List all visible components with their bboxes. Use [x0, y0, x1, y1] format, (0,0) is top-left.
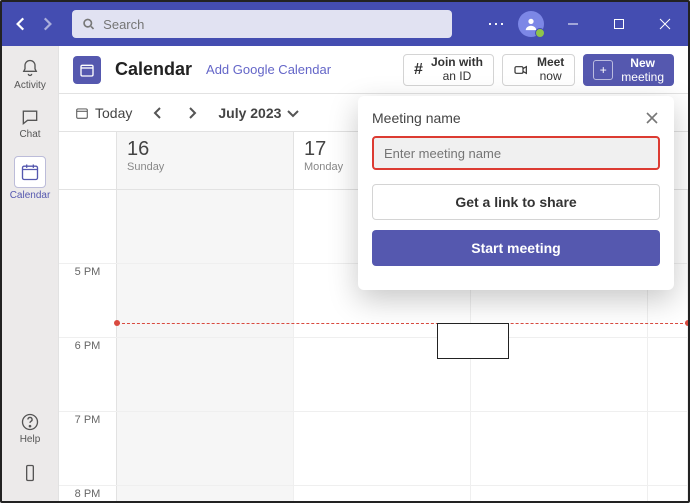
title-bar: ⋯ [2, 2, 688, 46]
start-meeting-button[interactable]: Start meeting [372, 230, 660, 266]
popover-title: Meeting name [372, 110, 461, 126]
get-link-button[interactable]: Get a link to share [372, 184, 660, 220]
day-column-header[interactable]: 16 Sunday [117, 132, 294, 189]
rail-activity[interactable]: Activity [2, 52, 58, 97]
hour-label: 5 PM [59, 264, 117, 337]
join-label-bottom: an ID [443, 70, 472, 83]
rail-label: Calendar [10, 190, 51, 201]
command-bar: Calendar Add Google Calendar # Join with… [59, 46, 688, 94]
meet-label-bottom: now [540, 70, 562, 83]
selected-time-slot[interactable] [437, 323, 509, 359]
rail-label: Chat [19, 129, 40, 140]
avatar[interactable] [518, 11, 544, 37]
minimize-button[interactable] [556, 7, 590, 41]
rail-chat[interactable]: Chat [2, 101, 58, 146]
month-picker[interactable]: July 2023 [218, 105, 301, 121]
plus-icon: + [593, 60, 613, 80]
time-slot[interactable] [294, 486, 471, 501]
share-label: Get a link to share [455, 194, 576, 210]
time-slot[interactable] [117, 264, 294, 337]
join-label-top: Join with [431, 56, 483, 69]
time-slot[interactable] [117, 338, 294, 411]
time-slot[interactable] [471, 412, 648, 485]
meet-now-popover: Meeting name Get a link to share Start m… [358, 96, 674, 290]
join-with-id-button[interactable]: # Join withan ID [403, 54, 494, 86]
device-icon [20, 463, 40, 483]
month-label: July 2023 [218, 105, 281, 121]
chevron-down-icon [285, 105, 301, 121]
time-slot[interactable] [117, 486, 294, 501]
close-button[interactable] [648, 7, 682, 41]
new-label-bottom: meeting [621, 70, 664, 84]
current-time-indicator [117, 323, 688, 324]
day-name: Sunday [127, 161, 283, 173]
time-slot[interactable] [471, 486, 648, 501]
rail-calendar[interactable]: Calendar [2, 150, 58, 207]
rail-device[interactable] [2, 457, 58, 489]
meet-label-top: Meet [537, 56, 564, 69]
close-icon[interactable] [644, 110, 660, 126]
page-title: Calendar [115, 59, 192, 80]
bell-icon [20, 58, 40, 78]
start-label: Start meeting [471, 240, 560, 256]
time-slot[interactable] [117, 190, 294, 263]
hour-label: 8 PM [59, 486, 117, 501]
day-number: 16 [127, 138, 283, 161]
video-icon [513, 62, 529, 78]
meeting-name-input[interactable] [372, 136, 660, 170]
search-box[interactable] [72, 10, 452, 38]
help-icon [20, 412, 40, 432]
chat-icon [20, 107, 40, 127]
calendar-app-icon [73, 56, 101, 84]
rail-help[interactable]: Help [2, 406, 58, 451]
hour-label [59, 190, 117, 263]
maximize-button[interactable] [602, 7, 636, 41]
presence-indicator [535, 28, 545, 38]
back-arrow-icon[interactable] [12, 15, 30, 33]
new-meeting-button[interactable]: + Newmeeting [583, 54, 674, 86]
calendar-small-icon [75, 106, 89, 120]
time-slot[interactable] [648, 486, 688, 501]
time-slot[interactable] [648, 412, 688, 485]
more-icon[interactable]: ⋯ [487, 14, 506, 35]
search-input[interactable] [103, 17, 442, 32]
prev-icon[interactable] [150, 105, 166, 121]
new-label-top: New [630, 56, 655, 70]
rail-label: Activity [14, 80, 46, 91]
forward-arrow-icon[interactable] [38, 15, 56, 33]
meet-now-button[interactable]: Meetnow [502, 54, 575, 86]
time-slot[interactable] [648, 338, 688, 411]
calendar-icon [20, 162, 40, 182]
next-icon[interactable] [184, 105, 200, 121]
today-button[interactable]: Today [75, 105, 132, 121]
time-slot[interactable] [294, 412, 471, 485]
hash-icon: # [414, 61, 423, 79]
time-slot[interactable] [117, 412, 294, 485]
hour-label: 7 PM [59, 412, 117, 485]
hour-label: 6 PM [59, 338, 117, 411]
today-label: Today [95, 105, 132, 121]
app-rail: Activity Chat Calendar Help [2, 46, 58, 501]
rail-label: Help [20, 434, 41, 445]
add-google-calendar-link[interactable]: Add Google Calendar [206, 62, 331, 77]
search-icon [82, 17, 95, 31]
